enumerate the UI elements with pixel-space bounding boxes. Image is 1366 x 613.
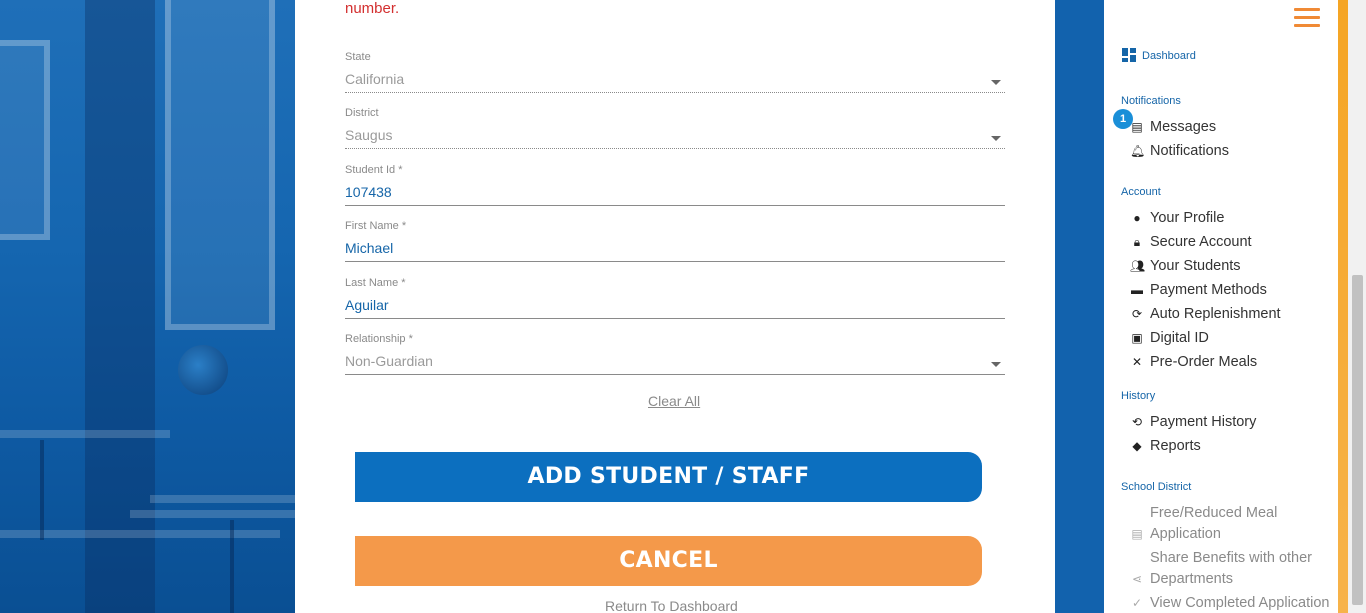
sidebar-item-free-reduced-meal[interactable]: Free/Reduced Meal (1130, 503, 1277, 523)
state-underline (345, 92, 1005, 93)
district-label: District (345, 107, 379, 119)
district-select[interactable]: District Saugus (345, 107, 1005, 149)
chevron-down-icon[interactable] (991, 362, 1001, 367)
payment-methods-label: Payment Methods (1150, 282, 1267, 298)
background-strip (1055, 0, 1105, 613)
last-name-field[interactable]: Last Name * Aguilar (345, 277, 1005, 319)
last-name-underline (345, 318, 1005, 319)
scrollbar[interactable] (1348, 0, 1366, 613)
student-id-underline (345, 205, 1005, 206)
sidebar-item-your-profile[interactable]: ● Your Profile (1130, 208, 1224, 228)
state-label: State (345, 51, 371, 63)
sidebar-item-pre-order-meals[interactable]: ✕ Pre-Order Meals (1130, 352, 1257, 372)
application-label: Application (1150, 526, 1221, 542)
accent-strip (1338, 0, 1348, 613)
account-section-header: Account (1121, 186, 1161, 198)
auto-replenishment-label: Auto Replenishment (1150, 306, 1281, 322)
profile-icon: ● (1133, 211, 1141, 225)
history-section-header: History (1121, 390, 1156, 402)
people-icon: 👥︎ (1130, 259, 1146, 273)
scrollbar-thumb[interactable] (1352, 275, 1363, 605)
sidebar-item-notifications[interactable]: 🔔︎ Notifications (1130, 141, 1229, 161)
sidebar-item-application[interactable]: ▤ Application (1130, 524, 1221, 544)
relationship-underline (345, 374, 1005, 375)
last-name-label: Last Name * (345, 277, 406, 289)
first-name-field[interactable]: First Name * Michael (345, 220, 1005, 262)
add-student-form: number. State California District Saugus… (295, 0, 1055, 613)
bell-icon: 🔔︎ (1130, 144, 1146, 158)
pre-order-meals-label: Pre-Order Meals (1150, 354, 1258, 370)
district-underline (345, 148, 1005, 149)
relationship-value: Non-Guardian (345, 353, 433, 369)
clipboard-icon: ▤ (1131, 527, 1143, 541)
departments-label: Departments (1150, 571, 1234, 587)
message-icon: ▤ (1131, 120, 1143, 134)
return-to-dashboard-link[interactable]: Return To Dashboard (605, 598, 738, 613)
id-card-icon: ▣ (1131, 331, 1143, 345)
sidebar-item-departments[interactable]: ⋖ Departments (1130, 569, 1233, 589)
add-student-button[interactable]: ADD STUDENT / STAFF (355, 452, 982, 502)
cancel-button[interactable]: CANCEL (355, 536, 982, 586)
messages-label: Messages (1150, 119, 1217, 135)
hamburger-menu-icon[interactable] (1294, 8, 1320, 30)
student-id-input[interactable]: 107438 (345, 182, 1005, 202)
share-icon: ⋖ (1131, 572, 1143, 586)
your-students-label: Your Students (1150, 258, 1241, 274)
notifications-section-header: Notifications (1121, 95, 1181, 107)
student-id-label: Student Id * (345, 164, 403, 176)
dashboard-icon (1122, 48, 1136, 62)
free-reduced-meal-label: Free/Reduced Meal (1150, 505, 1278, 521)
district-value: Saugus (345, 127, 393, 143)
sidebar-item-digital-id[interactable]: ▣ Digital ID (1130, 328, 1209, 348)
secure-account-label: Secure Account (1150, 234, 1252, 250)
state-value: California (345, 71, 405, 87)
sidebar-item-secure-account[interactable]: 🔒︎ Secure Account (1130, 232, 1252, 252)
sidebar-item-payment-history[interactable]: ⟲ Payment History (1130, 412, 1256, 432)
sidebar-item-auto-replenishment[interactable]: ⟳ Auto Replenishment (1130, 304, 1281, 324)
share-benefits-label: Share Benefits with other (1150, 550, 1313, 566)
sidebar-item-messages[interactable]: ▤ Messages (1130, 117, 1216, 137)
history-icon: ⟲ (1131, 415, 1143, 429)
sidebar-item-payment-methods[interactable]: ▬ Payment Methods (1130, 280, 1267, 300)
reports-icon: ◆ (1132, 439, 1142, 453)
last-name-input[interactable]: Aguilar (345, 295, 1005, 315)
sidebar-item-view-completed-application[interactable]: ✓ View Completed Application (1130, 593, 1330, 613)
view-completed-application-label: View Completed Application (1150, 595, 1330, 611)
payment-history-label: Payment History (1150, 414, 1257, 430)
sidebar-item-dashboard[interactable]: Dashboard (1122, 48, 1196, 64)
chevron-down-icon[interactable] (991, 136, 1001, 141)
relationship-label: Relationship * (345, 333, 413, 345)
relationship-select[interactable]: Relationship * Non-Guardian (345, 333, 1005, 375)
sidebar-item-reports[interactable]: ◆ Reports (1130, 436, 1201, 456)
notifications-label: Notifications (1150, 143, 1229, 159)
sidebar: Dashboard Notifications 1 ▤ Messages 🔔︎ No… (1104, 0, 1338, 613)
digital-id-label: Digital ID (1150, 330, 1209, 346)
refresh-icon: ⟳ (1131, 307, 1143, 321)
school-district-section-header: School District (1121, 481, 1192, 493)
lock-icon: 🔒︎ (1133, 235, 1141, 249)
sidebar-item-your-students[interactable]: 👥︎ Your Students (1130, 256, 1241, 276)
state-select[interactable]: State California (345, 51, 1005, 93)
credit-card-icon: ▬ (1131, 283, 1143, 297)
clear-all-link[interactable]: Clear All (648, 393, 700, 409)
first-name-label: First Name * (345, 220, 407, 232)
sidebar-item-share-benefits[interactable]: Share Benefits with other (1130, 548, 1312, 568)
dashboard-label: Dashboard (1142, 50, 1196, 62)
student-id-field[interactable]: Student Id * 107438 (345, 164, 1005, 206)
your-profile-label: Your Profile (1150, 210, 1225, 226)
error-message: number. (345, 0, 400, 17)
reports-label: Reports (1150, 438, 1201, 454)
chevron-down-icon[interactable] (991, 80, 1001, 85)
first-name-input[interactable]: Michael (345, 238, 1005, 258)
globe-decoration (178, 345, 228, 395)
check-icon: ✓ (1131, 596, 1143, 610)
first-name-underline (345, 261, 1005, 262)
utensils-icon: ✕ (1131, 355, 1143, 369)
